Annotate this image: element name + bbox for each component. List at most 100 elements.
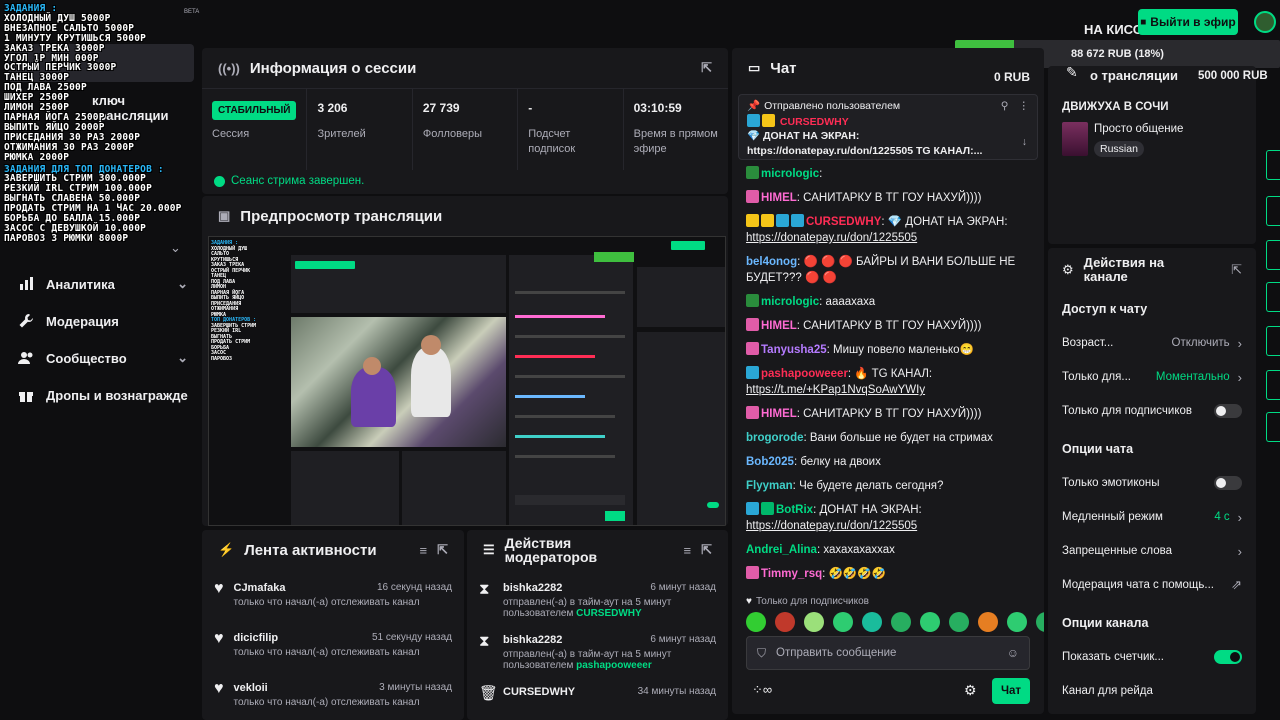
pin-toggle-icon[interactable]: ⚲ bbox=[1001, 99, 1009, 114]
activity-user[interactable]: CJmafaka bbox=[234, 582, 286, 594]
popout-icon[interactable]: ⇱ bbox=[701, 542, 712, 558]
chat-message[interactable]: HIMEL: САНИТАРКУ В ТГ ГОУ НАХУЙ)))) bbox=[732, 186, 1044, 210]
chat-username[interactable]: Bob2025 bbox=[746, 456, 794, 468]
category-thumbnail[interactable] bbox=[1062, 122, 1088, 156]
chat-username[interactable]: Timmy_rsq bbox=[761, 568, 822, 580]
emote-icon[interactable] bbox=[1036, 612, 1044, 632]
sidebar-item-moderation[interactable]: Модерация bbox=[18, 313, 188, 329]
chat-message[interactable]: brogorode: Вани больше не будет на стрим… bbox=[732, 426, 1044, 450]
emoji-icon[interactable]: ☺ bbox=[1007, 646, 1019, 660]
activity-user[interactable]: dicicfilip bbox=[234, 632, 279, 644]
chat-message[interactable]: CURSEDWHY: 💎 ДОНАТ НА ЭКРАН: https://don… bbox=[732, 210, 1044, 250]
chat-username[interactable]: CURSEDWHY bbox=[806, 216, 881, 228]
pinned-link[interactable]: https://donatepay.ru/don/1225505 bbox=[747, 145, 913, 157]
points-icon[interactable]: ⁘∞ bbox=[752, 682, 772, 698]
mod-action-item[interactable]: ⧗ bishka2282 6 минут назад отправлен(-а)… bbox=[467, 570, 728, 622]
show-counter-toggle[interactable] bbox=[1214, 650, 1242, 664]
activity-item[interactable]: ♥ CJmafaka 16 секунд назад только что на… bbox=[202, 570, 464, 620]
emote-icon[interactable] bbox=[1007, 612, 1027, 632]
raid-channel-row[interactable]: Канал для рейда bbox=[1048, 674, 1256, 708]
chat-username[interactable]: Andrei_Alina bbox=[746, 544, 817, 556]
list-icon: ☰ bbox=[483, 542, 495, 557]
age-restriction-row[interactable]: Возраст... Отключить › bbox=[1048, 326, 1256, 360]
popout-icon[interactable]: ⇱ bbox=[701, 60, 712, 76]
chat-username[interactable]: HIMEL bbox=[761, 320, 797, 332]
chat-message[interactable]: micrologic: аааахаха bbox=[732, 290, 1044, 314]
activity-user[interactable]: vekloii bbox=[234, 682, 268, 694]
more-options-icon[interactable]: ⋮ bbox=[1019, 99, 1030, 114]
chat-username[interactable]: micrologic bbox=[761, 296, 819, 308]
chat-message[interactable]: Flyyman: Че будете делать сегодня? bbox=[732, 474, 1044, 498]
stream-preview-video[interactable]: ЗАДАНИЯ : ХОЛОДНЫЙ ДУШ САЛЬТО КРУТИШЬСЯ ЗАК… bbox=[208, 236, 726, 526]
send-chat-button[interactable]: Чат bbox=[992, 678, 1030, 704]
chat-username[interactable]: Tanyusha25 bbox=[761, 344, 827, 356]
quick-action-button[interactable] bbox=[1266, 282, 1280, 312]
chat-link[interactable]: https://t.me/+KPap1NvqSoAwYWIy bbox=[746, 384, 925, 396]
arrow-down-icon[interactable]: ↓ bbox=[1022, 135, 1027, 150]
popout-icon[interactable]: ⇱ bbox=[1231, 262, 1242, 278]
emote-icon[interactable] bbox=[862, 612, 882, 632]
emote-icon[interactable] bbox=[746, 612, 766, 632]
chat-username[interactable]: HIMEL bbox=[761, 192, 797, 204]
emote-icon[interactable] bbox=[804, 612, 824, 632]
chat-message[interactable]: BotRix: ДОНАТ НА ЭКРАН: https://donatepa… bbox=[732, 498, 1044, 538]
category-name[interactable]: Просто общение bbox=[1094, 123, 1183, 135]
activity-item[interactable]: ♥ dicicfilip 51 секунду назад только что… bbox=[202, 620, 464, 670]
avatar[interactable] bbox=[1254, 11, 1276, 33]
chat-message[interactable]: bel4onog: 🔴 🔴 🔴 БАЙРЫ И ВАНИ БОЛЬШЕ НЕ Б… bbox=[732, 250, 1044, 290]
quick-action-button[interactable] bbox=[1266, 412, 1280, 442]
banned-words-row[interactable]: Запрещенные слова › bbox=[1048, 534, 1256, 568]
chat-username[interactable]: Flyyman bbox=[746, 480, 793, 492]
quick-action-button[interactable] bbox=[1266, 196, 1280, 226]
gear-icon[interactable]: ⚙ bbox=[964, 682, 977, 699]
popout-icon[interactable]: ⇱ bbox=[437, 542, 448, 558]
slow-mode-row[interactable]: Медленный режим 4 с › bbox=[1048, 500, 1256, 534]
followers-only-row[interactable]: Только для... Моментально › bbox=[1048, 360, 1256, 394]
emote-icon[interactable] bbox=[775, 612, 795, 632]
chat-message[interactable]: Timmy_rsq: 🤣🤣🤣🤣 bbox=[732, 562, 1044, 586]
mod-action-user[interactable]: CURSEDWHY bbox=[503, 686, 575, 698]
mod-action-item[interactable]: 🗑 CURSEDWHY 34 минуты назад bbox=[467, 674, 728, 720]
moderation-help-row[interactable]: Модерация чата с помощь... ⇗ bbox=[1048, 568, 1256, 602]
emote-icon[interactable] bbox=[949, 612, 969, 632]
quick-action-button[interactable] bbox=[1266, 370, 1280, 400]
chat-username[interactable]: BotRix bbox=[776, 504, 813, 516]
emote-icon[interactable] bbox=[833, 612, 853, 632]
edit-icon[interactable]: ✎ bbox=[1066, 66, 1078, 81]
chat-message[interactable]: pashapooweeer: 🔥 TG КАНАЛ: https://t.me/… bbox=[732, 362, 1044, 402]
activity-item[interactable]: ♥ vekloii 3 минуты назад только что нача… bbox=[202, 670, 464, 720]
chat-username[interactable]: HIMEL bbox=[761, 408, 797, 420]
quick-action-button[interactable] bbox=[1266, 326, 1280, 356]
chat-message[interactable]: HIMEL: САНИТАРКУ В ТГ ГОУ НАХУЙ)))) bbox=[732, 402, 1044, 426]
chat-username[interactable]: pashapooweeer bbox=[761, 368, 848, 380]
quick-action-button[interactable] bbox=[1266, 240, 1280, 270]
chat-username[interactable]: brogorode bbox=[746, 432, 804, 444]
sidebar-item-community[interactable]: Сообщество ⌄ bbox=[18, 350, 188, 366]
chat-message[interactable]: Andrei_Alina: хахахахаххах bbox=[732, 538, 1044, 562]
emote-icon[interactable] bbox=[978, 612, 998, 632]
quick-action-button[interactable] bbox=[1266, 150, 1280, 180]
chat-link[interactable]: https://donatepay.ru/don/1225505 bbox=[746, 232, 917, 244]
chat-message[interactable]: Tanyusha25: Мишу повело маленько😁 bbox=[732, 338, 1044, 362]
sidebar-item-drops[interactable]: Дропы и вознаграждения bbox=[18, 387, 188, 403]
language-tag[interactable]: Russian bbox=[1094, 141, 1144, 157]
chat-message[interactable]: Bob2025: белку на двоих bbox=[732, 450, 1044, 474]
pinned-message[interactable]: 📌 Отправлено пользователем ⚲ ⋮ CURSEDWHY… bbox=[738, 94, 1038, 160]
emote-icon[interactable] bbox=[920, 612, 940, 632]
mod-action-user[interactable]: bishka2282 bbox=[503, 582, 562, 594]
mod-action-item[interactable]: ⧗ bishka2282 6 минут назад отправлен(-а)… bbox=[467, 622, 728, 674]
filter-icon[interactable]: ≡ bbox=[420, 543, 428, 558]
mod-action-user[interactable]: bishka2282 bbox=[503, 634, 562, 646]
go-live-button[interactable]: ■ Выйти в эфир bbox=[1138, 9, 1238, 35]
chat-message[interactable]: HIMEL: САНИТАРКУ В ТГ ГОУ НАХУЙ)))) bbox=[732, 314, 1044, 338]
emotes-only-toggle[interactable] bbox=[1214, 476, 1242, 490]
sidebar-item-analytics[interactable]: Аналитика ⌄ bbox=[18, 276, 188, 292]
chat-username[interactable]: micrologic bbox=[761, 168, 819, 180]
chat-message[interactable]: micrologic: bbox=[732, 162, 1044, 186]
chat-link[interactable]: https://donatepay.ru/don/1225505 bbox=[746, 520, 917, 532]
emote-icon[interactable] bbox=[891, 612, 911, 632]
chat-input[interactable]: ⛉ Отправить сообщение ☺ bbox=[746, 636, 1030, 670]
filter-icon[interactable]: ≡ bbox=[684, 543, 692, 558]
subs-only-toggle[interactable] bbox=[1214, 404, 1242, 418]
chat-username[interactable]: bel4onog bbox=[746, 256, 797, 268]
